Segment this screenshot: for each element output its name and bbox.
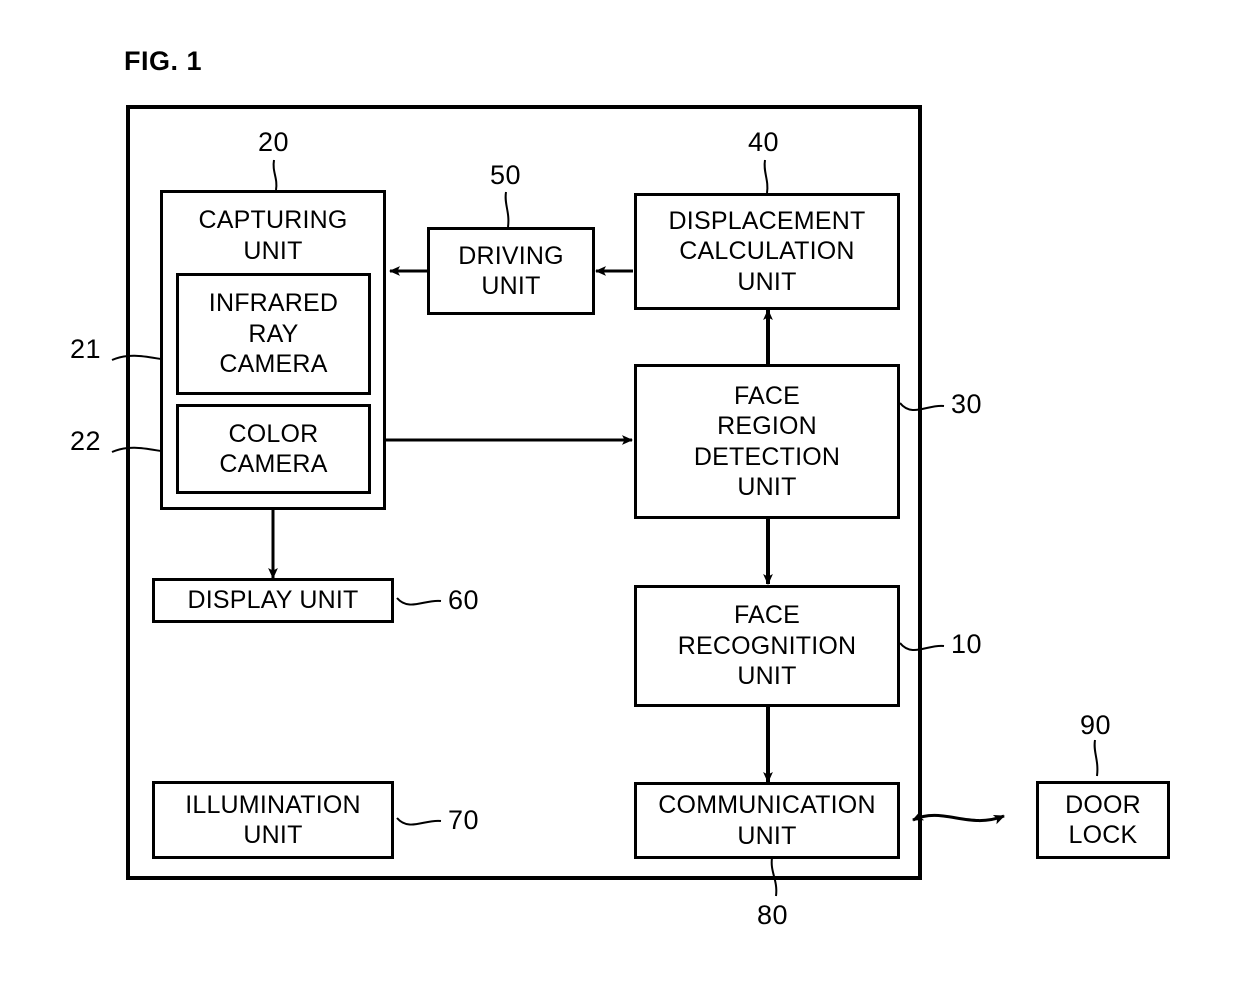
driving-unit-box[interactable]: DRIVING UNIT [427, 227, 595, 315]
display-unit-label: DISPLAY UNIT [187, 586, 359, 615]
face-region-detection-unit-box[interactable]: FACE REGION DETECTION UNIT [634, 364, 900, 519]
leader-line-20 [272, 159, 278, 191]
patent-figure: FIG. 1 CAPTURING UNIT INFRARED RAY CAMER… [0, 0, 1240, 984]
infrared-ray-camera-label: INFRARED RAY CAMERA [208, 289, 339, 379]
leader-line-70 [396, 817, 442, 826]
leader-line-90 [1093, 739, 1099, 777]
ref-numeral-50: 50 [490, 160, 522, 190]
displacement-calculation-unit-box[interactable]: DISPLACEMENT CALCULATION UNIT [634, 193, 900, 310]
leader-line-50 [504, 191, 510, 228]
communication-unit-label: COMMUNICATION UNIT [658, 791, 876, 850]
communication-unit-box[interactable]: COMMUNICATION UNIT [634, 782, 900, 859]
color-camera-label: COLOR CAMERA [219, 419, 328, 479]
door-lock-label: DOOR LOCK [1065, 790, 1141, 850]
illumination-unit-box[interactable]: ILLUMINATION UNIT [152, 781, 394, 859]
ref-numeral-40: 40 [748, 127, 780, 157]
illumination-unit-label: ILLUMINATION UNIT [185, 790, 361, 850]
ref-numeral-22: 22 [70, 426, 102, 456]
ref-numeral-30: 30 [951, 389, 983, 419]
displacement-calculation-unit-label: DISPLACEMENT CALCULATION UNIT [668, 206, 866, 296]
color-camera-box[interactable]: COLOR CAMERA [176, 404, 371, 494]
leader-line-40 [763, 159, 769, 194]
ref-numeral-70: 70 [448, 805, 480, 835]
display-unit-box[interactable]: DISPLAY UNIT [152, 578, 394, 623]
capturing-unit-label: CAPTURING UNIT [198, 206, 348, 265]
face-recognition-unit-box[interactable]: FACE RECOGNITION UNIT [634, 585, 900, 707]
leader-line-60 [396, 597, 442, 606]
face-region-detection-unit-label: FACE REGION DETECTION UNIT [693, 381, 841, 502]
ref-numeral-10: 10 [951, 629, 983, 659]
driving-unit-label: DRIVING UNIT [458, 241, 564, 301]
face-recognition-unit-label: FACE RECOGNITION UNIT [677, 601, 857, 691]
ref-numeral-90: 90 [1080, 710, 1112, 740]
ref-numeral-20: 20 [258, 127, 290, 157]
ref-numeral-60: 60 [448, 585, 480, 615]
ref-numeral-21: 21 [70, 334, 102, 364]
arrow-communication-to-door-lock [912, 811, 1005, 825]
door-lock-box[interactable]: DOOR LOCK [1036, 781, 1170, 859]
ref-numeral-80: 80 [757, 900, 789, 930]
infrared-ray-camera-box[interactable]: INFRARED RAY CAMERA [176, 273, 371, 395]
